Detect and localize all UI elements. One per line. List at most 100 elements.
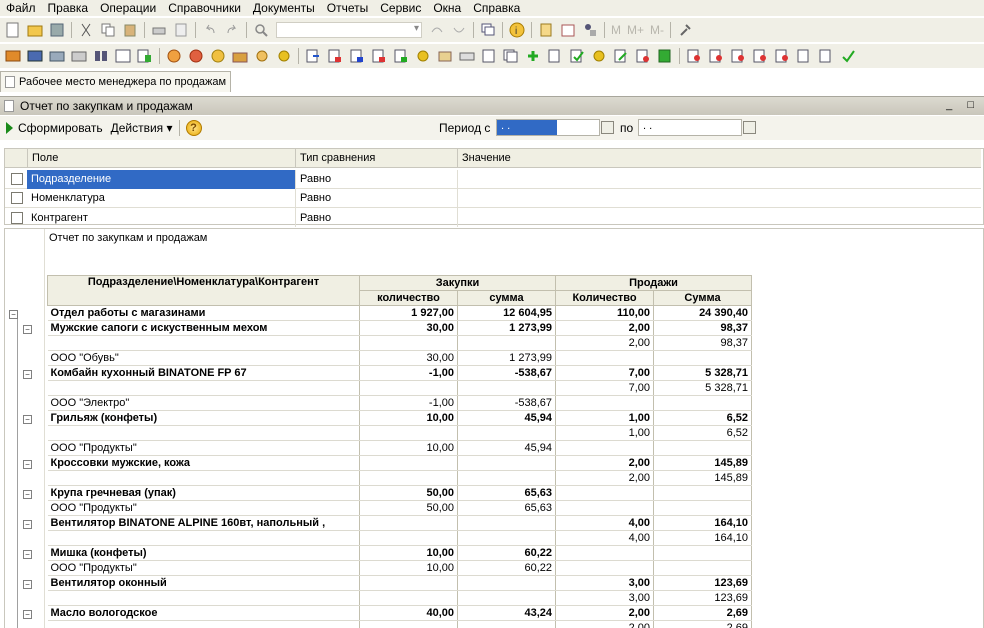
collapse-icon[interactable]: − bbox=[23, 580, 32, 589]
people-yellow-icon[interactable] bbox=[209, 47, 227, 65]
save-icon[interactable] bbox=[48, 21, 66, 39]
info-icon[interactable]: i bbox=[508, 21, 526, 39]
docs-icon[interactable] bbox=[502, 47, 520, 65]
printer-doc-icon[interactable] bbox=[70, 47, 88, 65]
preview-icon[interactable] bbox=[172, 21, 190, 39]
people-red-icon[interactable] bbox=[187, 47, 205, 65]
doc-arrow-icon[interactable] bbox=[304, 47, 322, 65]
table-row[interactable]: 3,00 123,69 bbox=[47, 590, 752, 606]
filter-type[interactable]: Равно bbox=[295, 169, 457, 189]
coins-doc2-icon[interactable] bbox=[590, 47, 608, 65]
people-orange-icon[interactable] bbox=[165, 47, 183, 65]
journal-icon[interactable] bbox=[26, 47, 44, 65]
generate-button[interactable]: Сформировать bbox=[18, 121, 103, 135]
filter-value[interactable] bbox=[457, 188, 977, 208]
users-icon[interactable] bbox=[581, 21, 599, 39]
add-icon[interactable] bbox=[524, 47, 542, 65]
table-row[interactable]: ООО "Продукты" 50,00 65,63 bbox=[47, 500, 752, 516]
menu-references[interactable]: Справочники bbox=[162, 1, 247, 15]
cut-icon[interactable] bbox=[77, 21, 95, 39]
pair-icon[interactable] bbox=[92, 47, 110, 65]
find-prev-icon[interactable] bbox=[450, 21, 468, 39]
factory-icon[interactable] bbox=[231, 47, 249, 65]
table-row[interactable]: 4,00 164,10 bbox=[47, 530, 752, 546]
actions-menu[interactable]: Действия ▾ bbox=[111, 121, 173, 135]
new-document-icon[interactable] bbox=[4, 21, 22, 39]
windows-icon[interactable] bbox=[479, 21, 497, 39]
table-row[interactable]: Вентилятор BINATONE ALPINE 160вт, наполь… bbox=[47, 515, 752, 531]
doc-red-icon[interactable] bbox=[326, 47, 344, 65]
filter-field[interactable]: Контрагент bbox=[27, 208, 295, 227]
redo-icon[interactable] bbox=[223, 21, 241, 39]
table-row[interactable]: ООО "Продукты" 10,00 45,94 bbox=[47, 440, 752, 456]
check-doc-icon[interactable] bbox=[568, 47, 586, 65]
table-row[interactable]: Кроссовки мужские, кожа 2,00 145,89 bbox=[47, 455, 752, 471]
collapse-icon[interactable]: − bbox=[23, 520, 32, 529]
doc-list-icon[interactable] bbox=[480, 47, 498, 65]
table-row[interactable]: ООО "Электро" -1,00 -538,67 bbox=[47, 395, 752, 411]
filter-checkbox[interactable] bbox=[11, 192, 23, 204]
copy-icon[interactable] bbox=[99, 21, 117, 39]
filter-field[interactable]: Номенклатура bbox=[27, 189, 295, 208]
filter-field[interactable]: Подразделение bbox=[27, 169, 295, 189]
filter-header-field[interactable]: Поле bbox=[27, 148, 295, 168]
table-row[interactable]: Комбайн кухонный BINATONE FP 67 -1,00 -538… bbox=[47, 365, 752, 381]
play-icon[interactable] bbox=[6, 122, 13, 134]
collapse-icon[interactable]: − bbox=[23, 325, 32, 334]
menu-reports[interactable]: Отчеты bbox=[321, 1, 374, 15]
coins-icon[interactable] bbox=[275, 47, 293, 65]
search-input[interactable] bbox=[276, 22, 422, 38]
doc-stamp-icon[interactable] bbox=[634, 47, 652, 65]
table-row[interactable]: Масло вологодское 40,00 43,24 2,00 2,69 bbox=[47, 605, 752, 621]
box-icon[interactable] bbox=[436, 47, 454, 65]
table-row[interactable]: Вентилятор оконный 3,00 123,69 bbox=[47, 575, 752, 591]
filter-type[interactable]: Равно bbox=[295, 208, 457, 227]
table-row[interactable]: 7,00 5 328,71 bbox=[47, 380, 752, 396]
table-icon[interactable] bbox=[114, 47, 132, 65]
table-row[interactable]: 2,00 145,89 bbox=[47, 470, 752, 486]
filter-header-value[interactable]: Значение bbox=[457, 148, 977, 168]
collapse-icon[interactable]: − bbox=[23, 460, 32, 469]
check-icon[interactable] bbox=[839, 47, 857, 65]
filter-value[interactable] bbox=[457, 208, 977, 227]
table-row[interactable]: ООО "Продукты" 10,00 60,22 bbox=[47, 560, 752, 576]
truck-icon[interactable] bbox=[458, 47, 476, 65]
user-doc5-icon[interactable] bbox=[773, 47, 791, 65]
menu-operations[interactable]: Операции bbox=[94, 1, 162, 15]
user-doc4-icon[interactable] bbox=[751, 47, 769, 65]
memory-minus-button[interactable]: М- bbox=[650, 23, 664, 37]
table-row[interactable]: Крупа гречневая (упак) 50,00 65,63 bbox=[47, 485, 752, 501]
memory-button[interactable]: М bbox=[611, 23, 621, 37]
coins-doc-icon[interactable] bbox=[414, 47, 432, 65]
calendar-icon[interactable] bbox=[559, 21, 577, 39]
settings-icon[interactable] bbox=[676, 21, 694, 39]
user-doc3-icon[interactable] bbox=[729, 47, 747, 65]
table-row[interactable]: 2,00 2,69 bbox=[47, 620, 752, 628]
hand-icon[interactable] bbox=[253, 47, 271, 65]
undo-icon[interactable] bbox=[201, 21, 219, 39]
table-row[interactable]: ООО "Обувь" 30,00 1 273,99 bbox=[47, 350, 752, 366]
user-doc7-icon[interactable] bbox=[817, 47, 835, 65]
search-icon[interactable] bbox=[252, 21, 270, 39]
filter-header-type[interactable]: Тип сравнения bbox=[295, 148, 457, 168]
doc-mixed-icon[interactable] bbox=[370, 47, 388, 65]
user-doc-icon[interactable] bbox=[685, 47, 703, 65]
doc-edit-icon[interactable] bbox=[612, 47, 630, 65]
menu-help[interactable]: Справка bbox=[467, 1, 526, 15]
filter-type[interactable]: Равно bbox=[295, 188, 457, 208]
table-row[interactable]: Отдел работы с магазинами 1 927,00 12 604,… bbox=[47, 305, 752, 321]
open-folder-icon[interactable] bbox=[26, 21, 44, 39]
collapse-icon[interactable]: − bbox=[9, 310, 18, 319]
doc-plus-icon[interactable] bbox=[546, 47, 564, 65]
collapse-icon[interactable]: − bbox=[23, 610, 32, 619]
stack-icon[interactable] bbox=[48, 47, 66, 65]
books-icon[interactable] bbox=[4, 47, 22, 65]
filter-checkbox[interactable] bbox=[11, 173, 23, 185]
memory-plus-button[interactable]: М+ bbox=[627, 23, 644, 37]
menu-windows[interactable]: Окна bbox=[427, 1, 467, 15]
doc-blue-icon[interactable] bbox=[348, 47, 366, 65]
filter-checkbox[interactable] bbox=[11, 211, 23, 224]
user-doc6-icon[interactable] bbox=[795, 47, 813, 65]
menu-service[interactable]: Сервис bbox=[374, 1, 427, 15]
paste-icon[interactable] bbox=[121, 21, 139, 39]
